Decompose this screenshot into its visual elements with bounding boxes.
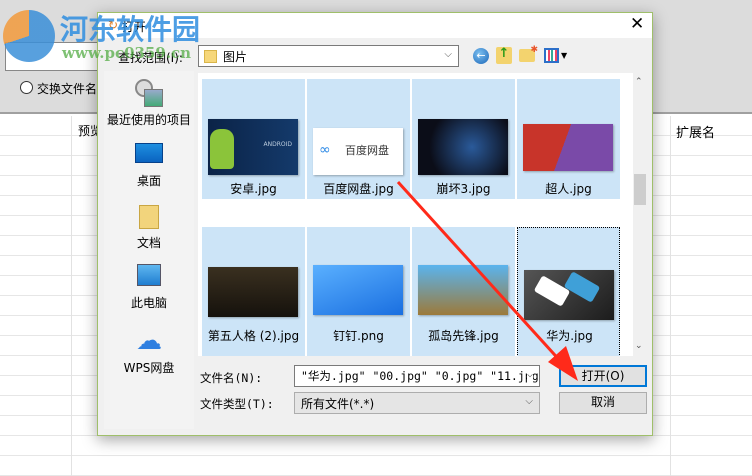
annotation-arrow [396,180,578,381]
arrow-shaft [396,180,565,366]
